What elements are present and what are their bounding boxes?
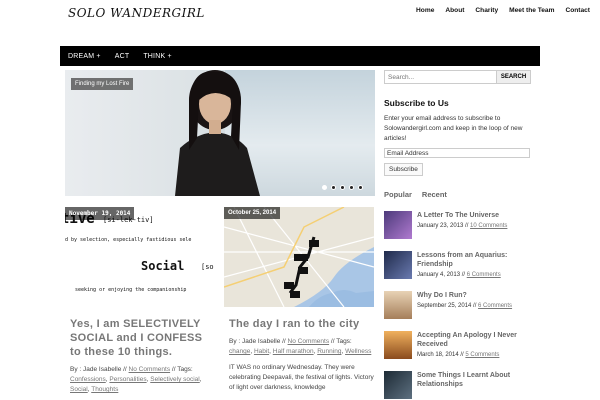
list-item-title[interactable]: Some Things I Learnt About Relationships — [417, 371, 531, 389]
comments-link[interactable]: No Comments — [129, 366, 171, 373]
slider-dot[interactable] — [322, 185, 327, 190]
post-card: tive [si-lek-tiv] d by selection, especi… — [65, 207, 215, 395]
tags-label: Tags: — [177, 366, 193, 373]
list-item-title[interactable]: Accepting An Apology I Never Received — [417, 331, 531, 349]
dict-phonetic-social: [so — [201, 263, 214, 271]
slide-image — [175, 70, 260, 196]
featured-slider[interactable]: Finding my Lost Fire — [65, 70, 375, 196]
list-item[interactable]: Lessons from an Aquarius: Friendship Jan… — [384, 251, 531, 291]
post-title[interactable]: Yes, I am SELECTIVELY SOCIAL and I CONFE… — [65, 317, 215, 359]
tags-label: Tags: — [336, 338, 352, 345]
nav-home[interactable]: Home — [416, 7, 434, 14]
list-item-title[interactable]: Why Do I Run? — [417, 291, 512, 300]
tag-link[interactable]: Running — [317, 348, 341, 355]
tag-link[interactable]: change — [229, 348, 250, 355]
menu-act[interactable]: ACT — [115, 53, 130, 60]
list-item-date: March 18, 2014 — [417, 352, 459, 358]
post-date: October 25, 2014 — [224, 207, 281, 219]
search-form: SEARCH — [384, 70, 531, 84]
post-author: By : Jade Isabelle — [70, 366, 122, 373]
comments-link[interactable]: 10 Comments — [470, 223, 507, 229]
popular-list: A Letter To The Universe January 23, 201… — [384, 211, 531, 400]
post-image[interactable]: October 25, 2014 — [224, 207, 374, 307]
tag-link[interactable]: Confessions — [70, 376, 106, 383]
comments-link[interactable]: 5 Comments — [465, 352, 499, 358]
list-item-title[interactable]: A Letter To The Universe — [417, 211, 507, 220]
list-item-date: September 25, 2014 — [417, 303, 472, 309]
list-item[interactable]: Accepting An Apology I Never Received Ma… — [384, 331, 531, 371]
post-thumbnail[interactable] — [384, 291, 412, 319]
post-image[interactable]: tive [si-lek-tiv] d by selection, especi… — [65, 207, 215, 307]
slide-caption[interactable]: Finding my Lost Fire — [71, 78, 134, 90]
tag-link[interactable]: Social — [70, 386, 88, 393]
slider-dot[interactable] — [340, 185, 345, 190]
post-title[interactable]: The day I ran to the city — [224, 317, 374, 331]
sidebar: SEARCH Subscribe to Us Enter your email … — [384, 70, 531, 400]
list-item-date: January 23, 2013 — [417, 223, 464, 229]
search-input[interactable] — [384, 70, 497, 84]
dict-definition-social: seeking or enjoying the companionship — [75, 287, 187, 293]
map-image — [224, 207, 374, 307]
post-thumbnail[interactable] — [384, 251, 412, 279]
tab-recent[interactable]: Recent — [422, 190, 447, 199]
sidebar-tabs: Popular Recent — [384, 190, 531, 199]
list-item-date: January 4, 2013 — [417, 272, 461, 278]
post-author: By : Jade Isabelle — [229, 338, 281, 345]
slider-dot[interactable] — [349, 185, 354, 190]
post-date: November 19, 2014 — [65, 207, 135, 220]
nav-meet-the-team[interactable]: Meet the Team — [509, 7, 554, 14]
list-item-title[interactable]: Lessons from an Aquarius: Friendship — [417, 251, 531, 269]
tag-link[interactable]: Wellness — [345, 348, 371, 355]
post-thumbnail[interactable] — [384, 371, 412, 399]
post-meta: By : Jade Isabelle // No Comments // Tag… — [229, 338, 372, 355]
list-item[interactable]: A Letter To The Universe January 23, 201… — [384, 211, 531, 251]
post-card: October 25, 2014 The day I ran to the ci… — [224, 207, 374, 393]
post-thumbnail[interactable] — [384, 331, 412, 359]
tag-link[interactable]: Thoughts — [91, 386, 118, 393]
list-item[interactable]: Why Do I Run? September 25, 2014 // 6 Co… — [384, 291, 531, 331]
tag-link[interactable]: Habit — [254, 348, 269, 355]
nav-about[interactable]: About — [445, 7, 464, 14]
menu-think[interactable]: THINK + — [143, 53, 171, 60]
tab-popular[interactable]: Popular — [384, 190, 412, 199]
comments-link[interactable]: 6 Comments — [478, 303, 512, 309]
search-button[interactable]: SEARCH — [497, 70, 531, 84]
tag-link[interactable]: Half marathon — [273, 348, 314, 355]
tag-link[interactable]: Selectively social — [150, 376, 200, 383]
subscribe-button[interactable]: Subscribe — [384, 163, 423, 176]
email-field[interactable]: Email Address — [384, 148, 530, 158]
slider-dot[interactable] — [331, 185, 336, 190]
list-item[interactable]: Some Things I Learnt About Relationships — [384, 371, 531, 400]
nav-charity[interactable]: Charity — [475, 7, 498, 14]
menu-dream[interactable]: DREAM + — [68, 53, 101, 60]
dict-word-social: Social — [141, 259, 185, 273]
site-logo[interactable]: SOLO WANDERGIRL — [68, 6, 205, 20]
dict-definition: d by selection, especially fastidious se… — [65, 237, 192, 243]
tag-link[interactable]: Personalities — [109, 376, 146, 383]
comments-link[interactable]: 6 Comments — [467, 272, 501, 278]
post-thumbnail[interactable] — [384, 211, 412, 239]
main-menu-bar: DREAM + ACT THINK + — [60, 46, 540, 66]
nav-contact[interactable]: Contact — [565, 7, 590, 14]
subscribe-heading: Subscribe to Us — [384, 98, 449, 108]
slider-dot[interactable] — [358, 185, 363, 190]
post-meta: By : Jade Isabelle // No Comments // Tag… — [70, 366, 202, 393]
subscribe-text: Enter your email address to subscribe to… — [384, 115, 523, 142]
top-nav: Home About Charity Meet the Team Contact — [416, 7, 590, 14]
post-excerpt: IT WAS no ordinary Wednesday. They were … — [229, 364, 374, 391]
comments-link[interactable]: No Comments — [288, 338, 330, 345]
slider-dots — [322, 185, 363, 190]
